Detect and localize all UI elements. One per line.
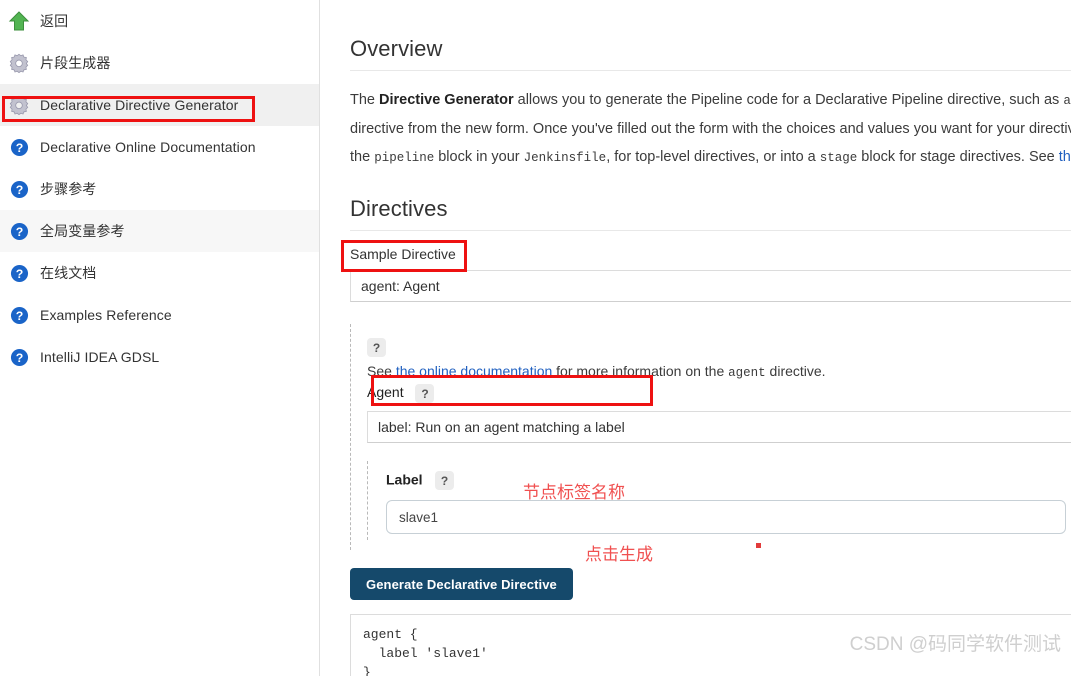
sample-directive-label: Sample Directive [350,246,456,262]
see-documentation-line: See the online documentation for more in… [367,363,1071,380]
label-field-label-row: Label ? [386,471,1071,490]
main-content: Overview The Directive Generator allows … [320,0,1071,676]
text-fragment: block for stage directives. See [857,149,1059,165]
text-fragment: the [350,149,375,165]
sidebar-item-label: IntelliJ IDEA GDSL [40,349,160,365]
page-title-overview: Overview [350,36,443,61]
section-title-directives: Directives [350,196,448,221]
agent-type-select[interactable]: label: Run on an agent matching a label [367,411,1071,443]
text-fragment: , for top-level directives, or into a [606,149,820,165]
text-fragment: block in your [434,149,524,165]
online-documentation-link[interactable]: the on [1059,149,1071,165]
sidebar-item-online-documentation[interactable]: ? 在线文档 [0,252,319,294]
the-online-documentation-link[interactable]: the online documentation [396,363,552,379]
overview-paragraph-line2: directive from the new form. Once you've… [350,115,1071,143]
text-fragment: The [350,92,380,108]
help-icon[interactable]: ? [435,471,455,490]
green-up-arrow-icon [6,8,32,34]
text-bold-directive-generator: Directive Generator [379,92,514,108]
gear-icon [6,92,32,118]
svg-text:?: ? [15,224,23,238]
svg-text:?: ? [15,182,23,196]
agent-type-value: label: Run on an agent matching a label [378,419,625,435]
inline-code-agent: agent [728,366,766,380]
agent-label-subform: Label ? slave1 [367,461,1071,540]
inline-code-jenkinsfile: Jenkinsfile [523,151,607,165]
overview-paragraph-line1: The Directive Generator allows you to ge… [350,86,1071,115]
sample-directive-value: agent: Agent [361,278,440,294]
sidebar-item-declarative-online-documentation[interactable]: ? Declarative Online Documentation [0,126,319,168]
directive-form-container: ? See the online documentation for more … [350,324,1071,550]
sample-directive-select[interactable]: agent: Agent [350,270,1071,302]
annotation-dot [756,543,761,548]
generate-declarative-directive-button[interactable]: Generate Declarative Directive [350,568,573,600]
inline-code-agent: agent, [1063,94,1071,108]
sidebar-item-back[interactable]: 返回 [0,0,319,42]
help-circle-icon: ? [6,344,32,370]
help-circle-icon: ? [6,176,32,202]
sidebar-item-label: 步骤参考 [40,181,97,197]
sidebar-item-snippet-generator[interactable]: 片段生成器 [0,42,319,84]
agent-field-label-row: Agent ? [367,384,1071,403]
sidebar-item-label: 片段生成器 [40,55,111,71]
text-fragment: See [367,363,396,379]
help-icon[interactable]: ? [415,384,435,403]
help-icon[interactable]: ? [367,338,386,357]
sidebar-item-label: 返回 [40,13,69,29]
text-fragment: for more information on the [552,363,729,379]
sidebar-item-examples-reference[interactable]: ? Examples Reference [0,294,319,336]
label-field-label: Label [386,471,423,488]
sidebar-item-label: 全局变量参考 [40,223,125,239]
inline-code-stage: stage [819,151,858,165]
svg-text:?: ? [15,350,23,364]
sidebar-item-label: Declarative Online Documentation [40,139,256,155]
label-input-value: slave1 [399,509,439,525]
text-fragment: allows you to generate the Pipeline code… [513,92,1064,108]
svg-text:?: ? [15,140,23,154]
agent-field-label: Agent [367,384,404,401]
inline-code-pipeline: pipeline [374,151,435,165]
gear-icon [6,50,32,76]
help-circle-icon: ? [6,134,32,160]
sidebar-item-label: Examples Reference [40,307,172,323]
watermark: CSDN @码同学软件测试 [849,634,1061,655]
svg-text:?: ? [15,308,23,322]
sidebar-item-step-reference[interactable]: ? 步骤参考 [0,168,319,210]
app-root: 返回 片段生成器 Declarative Directive Generator [0,0,1071,676]
help-circle-icon: ? [6,260,32,286]
sidebar-item-declarative-directive-generator[interactable]: Declarative Directive Generator [0,84,319,126]
svg-text:?: ? [15,266,23,280]
sidebar-item-label: Declarative Directive Generator [40,97,239,113]
text-fragment: directive from the new form. Once you've… [350,121,1071,137]
overview-paragraph-line3: the pipeline block in your Jenkinsfile, … [350,143,1071,172]
sidebar-item-label: 在线文档 [40,265,97,281]
divider [350,230,1071,231]
sidebar: 返回 片段生成器 Declarative Directive Generator [0,0,320,676]
text-fragment: directive. [765,363,826,379]
label-input[interactable]: slave1 [386,500,1066,534]
sidebar-item-global-variable-reference[interactable]: ? 全局变量参考 [0,210,319,252]
divider [350,70,1071,71]
sidebar-item-intellij-idea-gdsl[interactable]: ? IntelliJ IDEA GDSL [0,336,319,378]
generate-row: Generate Declarative Directive [350,568,1071,600]
help-circle-icon: ? [6,302,32,328]
help-circle-icon: ? [6,218,32,244]
